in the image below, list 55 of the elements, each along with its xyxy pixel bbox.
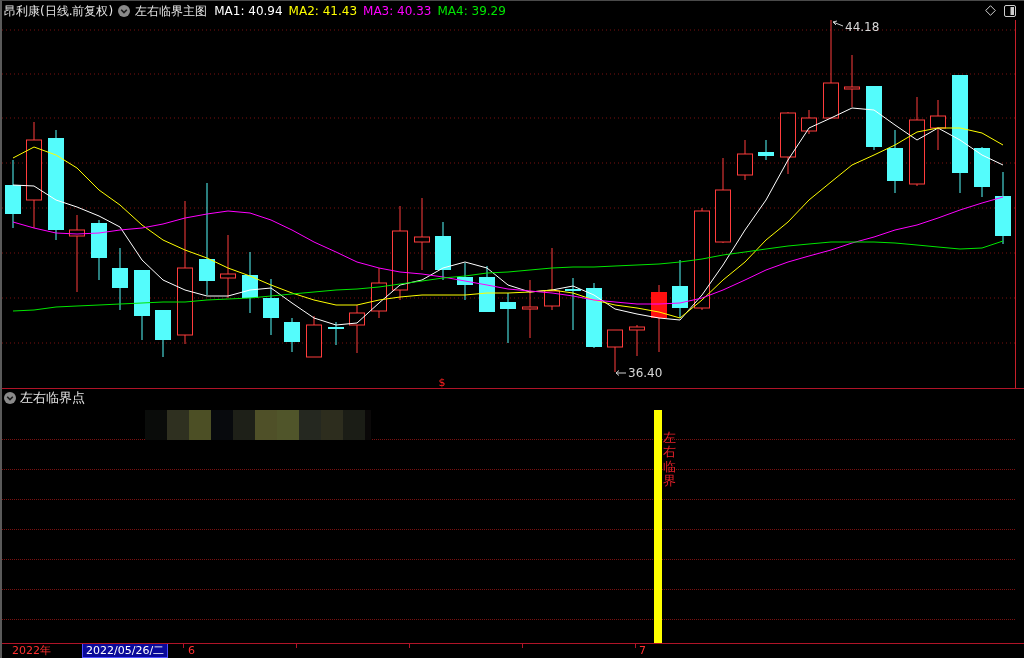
- leader-arrow: [832, 20, 844, 27]
- candlestick: [457, 262, 473, 301]
- signal-marker: $: [438, 376, 446, 388]
- candlestick: [328, 321, 344, 346]
- panel-icon[interactable]: [1004, 4, 1016, 17]
- moving-average-value: MA4: 39.29: [437, 2, 506, 19]
- candlestick: [866, 85, 882, 151]
- candlestick: [780, 111, 796, 175]
- candlestick: [220, 234, 236, 299]
- candlestick: [565, 277, 581, 331]
- candlestick: [371, 267, 387, 319]
- candlestick: [349, 304, 365, 354]
- candlestick: [887, 129, 903, 194]
- candlestick: [737, 139, 753, 181]
- moving-average-value: MA2: 41.43: [288, 2, 358, 19]
- cursor-date-label: 2022/05/26/二: [82, 644, 169, 658]
- candlestick: [586, 282, 602, 349]
- candlestick: [672, 259, 688, 319]
- candlestick: [479, 265, 495, 313]
- candlestick: [651, 284, 667, 353]
- price-low-label: 36.40: [628, 366, 663, 380]
- candlestick: [522, 279, 538, 339]
- candlestick: [91, 219, 107, 281]
- candlestick: [112, 247, 128, 311]
- sub-chart-title: 左右临界点: [20, 389, 85, 406]
- candlestick: [629, 324, 645, 357]
- month-label: 7: [639, 644, 646, 657]
- candlestick: [5, 159, 21, 229]
- candlestick: [134, 269, 150, 341]
- moving-average-value: MA1: 40.94: [214, 2, 283, 19]
- chevron-circle-icon[interactable]: [4, 391, 16, 404]
- candlestick: [607, 329, 623, 373]
- candlestick: [242, 251, 258, 314]
- leader-arrow: [615, 370, 627, 376]
- stock-title: 昂利康(日线.前复权): [4, 2, 114, 19]
- price-high-label: 44.18: [845, 20, 880, 34]
- month-label: 6: [188, 644, 195, 657]
- candlestick: [263, 278, 279, 336]
- moving-average-value: MA3: 40.33: [363, 2, 432, 19]
- candlestick: [544, 247, 560, 311]
- diamond-icon[interactable]: [985, 5, 996, 16]
- signal-label: 左右临界: [663, 431, 676, 489]
- candlestick: [284, 317, 300, 353]
- candlestick: [500, 292, 516, 344]
- candlestick: [306, 315, 322, 358]
- year-label: 2022年: [12, 644, 51, 657]
- candlestick: [974, 146, 990, 198]
- indicator-name[interactable]: 左右临界主图: [135, 2, 208, 19]
- candlestick: [155, 309, 171, 358]
- candlestick: [801, 109, 817, 135]
- candlestick: [758, 139, 774, 161]
- chevron-circle-icon[interactable]: [118, 4, 131, 17]
- candlestick: [930, 99, 946, 151]
- candlestick: [844, 54, 860, 108]
- candlestick: [435, 221, 451, 281]
